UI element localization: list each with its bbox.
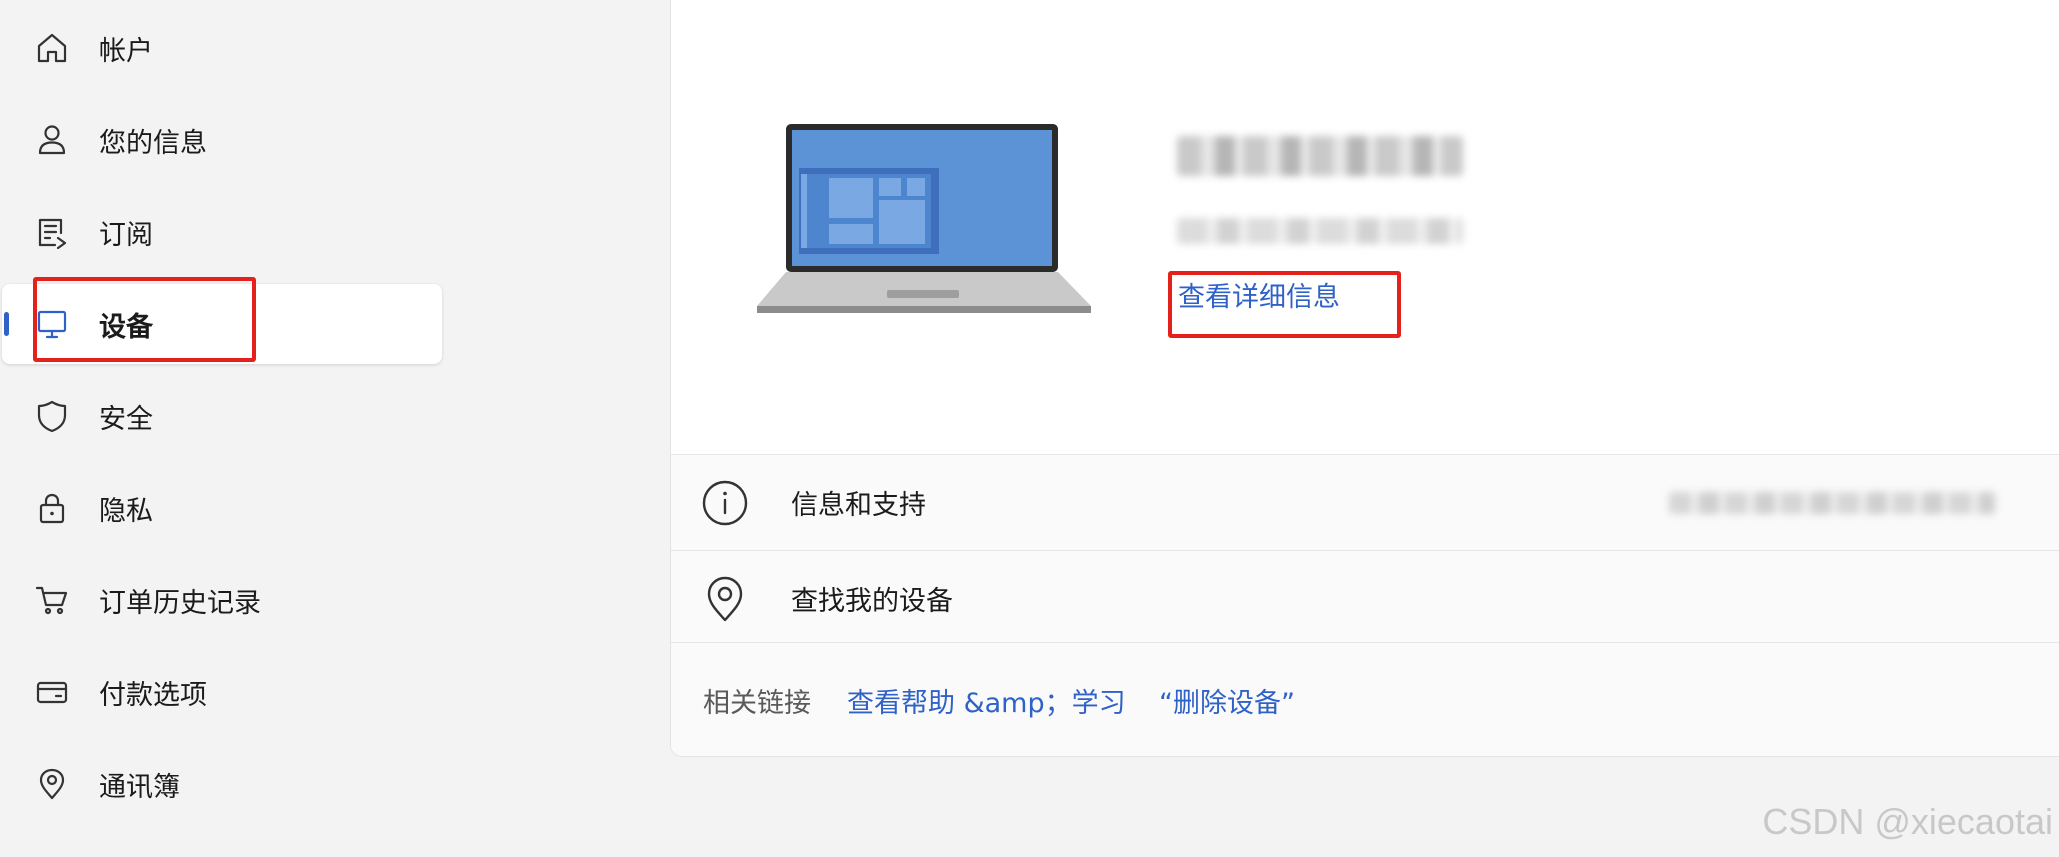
sidebar-item-label: 设备 — [99, 311, 153, 343]
monitor-icon — [32, 304, 72, 344]
sidebar-item-account[interactable]: 帐户 — [2, 8, 442, 88]
shield-icon — [32, 396, 72, 436]
remove-device-link[interactable]: “删除设备” — [1159, 681, 1295, 720]
card-icon — [32, 672, 72, 712]
sidebar-item-label: 您的信息 — [99, 127, 207, 159]
find-device-label: 查找我的设备 — [791, 586, 953, 617]
sidebar-item-address-book[interactable]: 通讯簿 — [2, 744, 442, 824]
laptop-illustration — [757, 124, 1091, 313]
view-details-link[interactable]: 查看详细信息 — [1178, 275, 1340, 314]
help-learn-link[interactable]: 查看帮助 &amp；学习 — [847, 681, 1126, 720]
subscription-icon — [32, 212, 72, 252]
sidebar-item-label: 订单历史记录 — [99, 587, 261, 619]
find-device-row[interactable]: 查找我的设备 — [671, 550, 2059, 646]
sidebar-item-order-history[interactable]: 订单历史记录 — [2, 560, 442, 640]
sidebar-item-subscriptions[interactable]: 订阅 — [2, 192, 442, 272]
sidebar-item-security[interactable]: 安全 — [2, 376, 442, 456]
device-card: 查看详细信息 信息和支持 查找我的设备 相关链接 查看帮助 &amp；学习 “删… — [670, 0, 2059, 757]
lock-icon — [32, 488, 72, 528]
sidebar-item-label: 通讯簿 — [99, 771, 180, 803]
sidebar-item-privacy[interactable]: 隐私 — [2, 468, 442, 548]
watermark: CSDN @xiecaotai — [1762, 801, 2053, 842]
sidebar-item-label: 隐私 — [99, 495, 153, 527]
sidebar-item-payment-options[interactable]: 付款选项 — [2, 652, 442, 732]
info-icon — [701, 479, 749, 527]
sidebar-item-label: 付款选项 — [99, 679, 207, 711]
cart-icon — [32, 580, 72, 620]
sidebar-item-label: 帐户 — [99, 35, 153, 67]
sidebar-item-label: 安全 — [99, 403, 153, 435]
active-indicator — [4, 312, 9, 336]
related-links-label: 相关链接 — [703, 688, 811, 719]
info-value-redacted — [1669, 492, 1995, 514]
sidebar-item-devices[interactable]: 设备 — [2, 284, 442, 364]
sidebar: 帐户 您的信息 订阅 设备 安全 隐私 订单历史记录 付款选项 通讯簿 — [0, 0, 460, 857]
related-links: 相关链接 查看帮助 &amp；学习 “删除设备” — [671, 642, 2059, 756]
location-pin-icon — [701, 575, 749, 623]
sidebar-item-your-info[interactable]: 您的信息 — [2, 100, 442, 180]
device-summary: 查看详细信息 — [671, 0, 2059, 454]
person-icon — [32, 120, 72, 160]
device-detail-redacted — [1177, 218, 1463, 244]
sidebar-item-label: 订阅 — [99, 219, 153, 251]
home-icon — [32, 28, 72, 68]
location-pin-icon — [32, 764, 72, 804]
info-support-label: 信息和支持 — [791, 490, 926, 521]
info-support-row[interactable]: 信息和支持 — [671, 454, 2059, 550]
device-name-redacted — [1177, 136, 1463, 176]
